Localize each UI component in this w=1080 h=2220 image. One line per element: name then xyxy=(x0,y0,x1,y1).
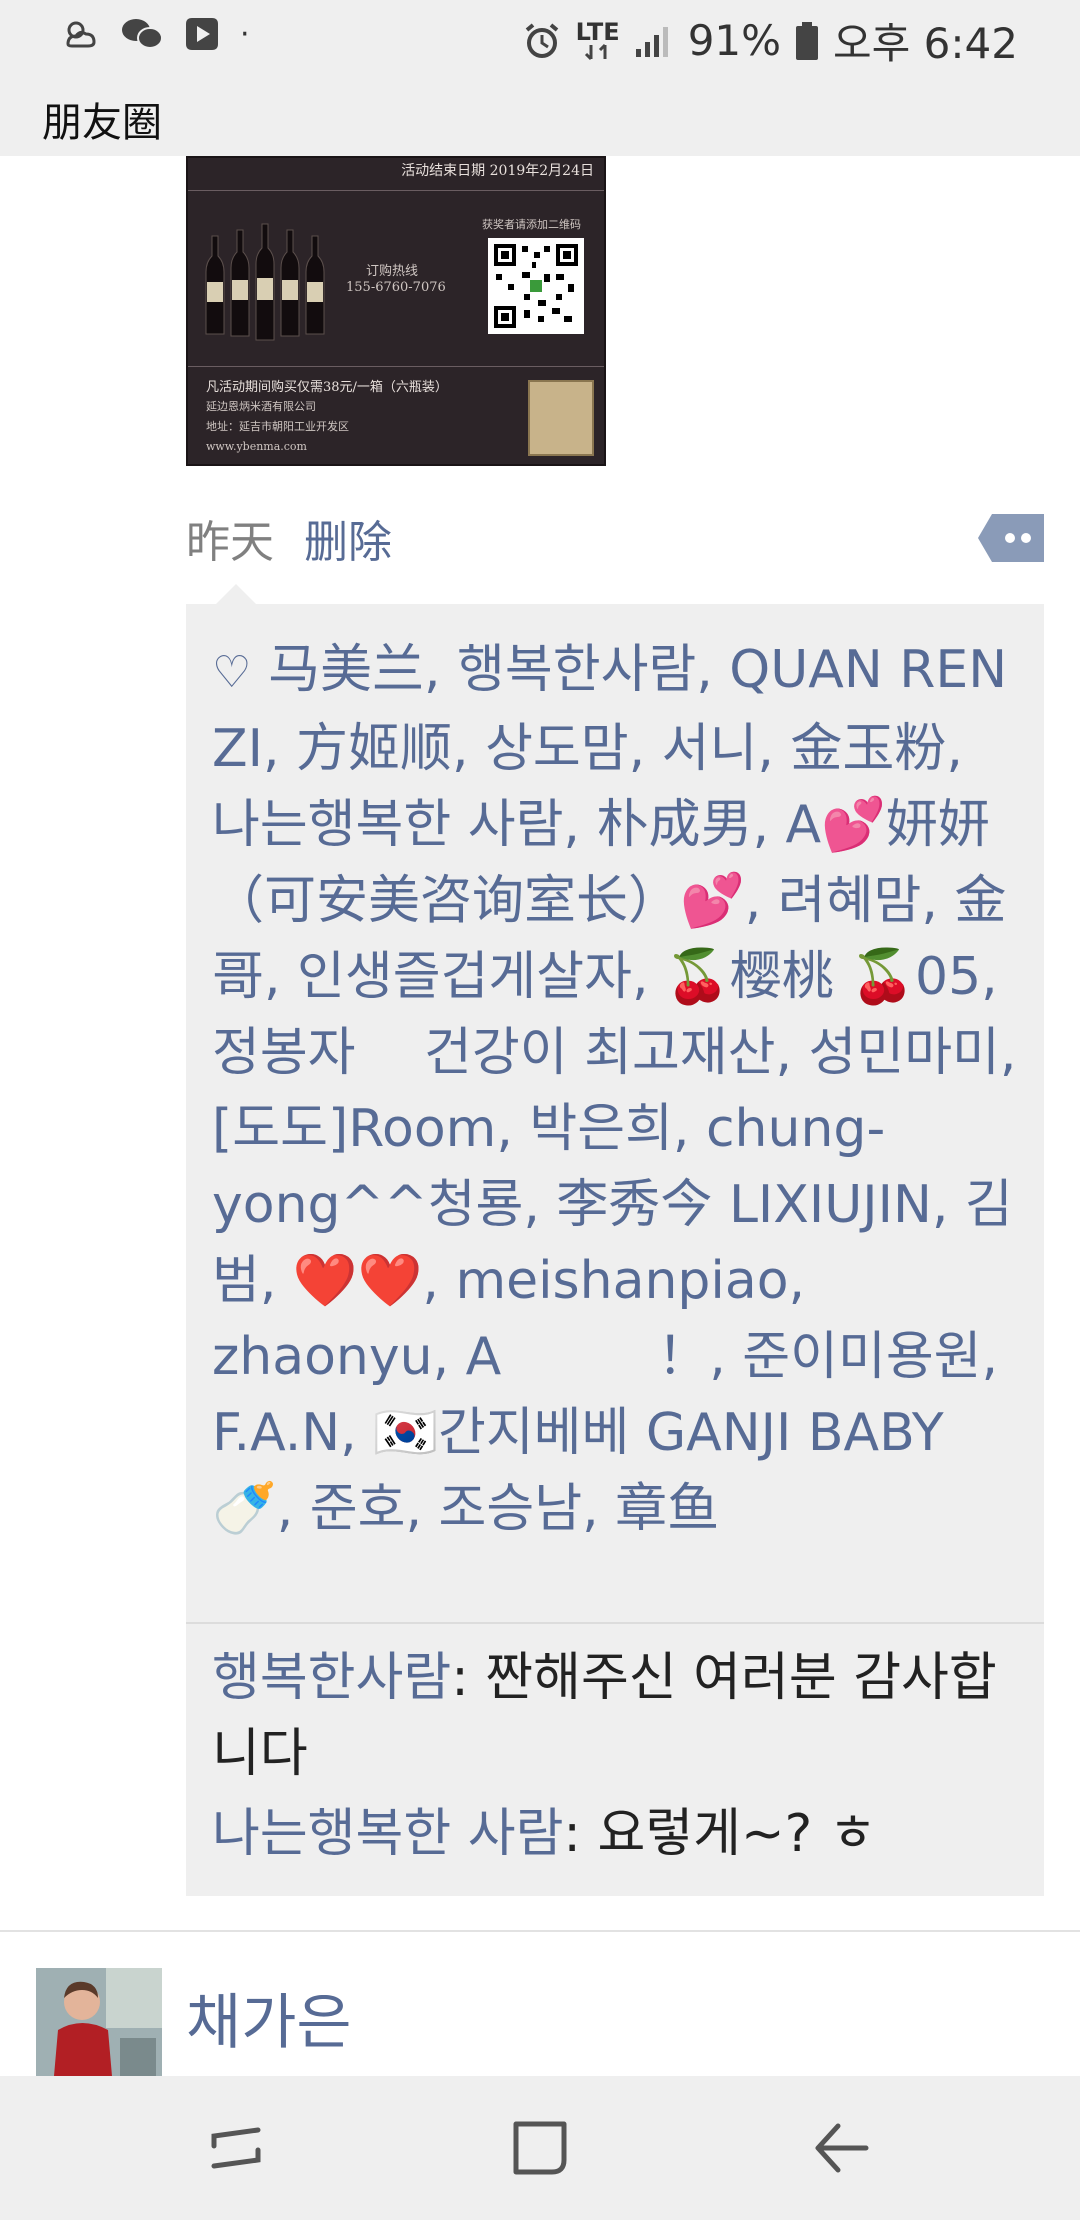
status-left-icons: · xyxy=(58,14,250,54)
alarm-icon xyxy=(525,22,558,58)
signal-icon xyxy=(635,26,668,57)
status-bar: · LTE 91% 오후 6:42 xyxy=(0,0,1080,72)
beer-bottles-image xyxy=(205,223,325,341)
avatar[interactable] xyxy=(36,1968,162,2076)
ad-qr-label: 获奖者请添加二维码 xyxy=(482,218,581,231)
more-notifications-dot: · xyxy=(240,16,250,52)
product-box-image xyxy=(528,380,594,456)
network-indicator: LTE xyxy=(575,17,620,61)
ad-date-line: 活动结束日期 2019年2月24日 xyxy=(401,163,594,179)
post-image[interactable]: 活动结束日期 2019年2月24日 订购热线 155-6760-7076 获奖者… xyxy=(186,156,606,466)
next-post-author[interactable]: 채가은 xyxy=(186,1974,352,2061)
heart-outline-icon: ♡ xyxy=(212,647,252,698)
ad-company: 延边恩炳米酒有限公司 xyxy=(206,400,316,413)
comments-list: 행복한사람: 짠해주신 여러분 감사합니다 나는행복한 사람: 요렇게~? ㅎ xyxy=(212,1640,1024,1876)
ad-divider-top xyxy=(188,190,604,191)
comment-item[interactable]: 나는행복한 사람: 요렇게~? ㅎ xyxy=(212,1796,1024,1872)
weather-icon xyxy=(66,21,96,48)
comment-separator: : xyxy=(563,1804,598,1864)
network-type: LTE xyxy=(575,17,620,46)
ad-address: 地址：延吉市朝阳工业开发区 xyxy=(206,420,349,433)
recent-apps-icon[interactable] xyxy=(204,2116,268,2180)
ad-price-line: 凡活动期间购买仅需38元/一箱（六瓶装） xyxy=(206,380,448,395)
panel-arrow xyxy=(216,584,256,604)
qr-code-icon xyxy=(488,238,584,334)
comment-item[interactable]: 행복한사람: 짠해주신 여러분 감사합니다 xyxy=(212,1640,1024,1792)
data-arrows-icon xyxy=(584,43,607,60)
app-header: 朋友圈 xyxy=(0,72,1080,156)
comment-separator: : xyxy=(451,1648,486,1708)
wechat-icon xyxy=(122,19,163,49)
comment-author[interactable]: 나는행복한 사람 xyxy=(212,1804,563,1864)
post-time: 昨天 xyxy=(186,517,274,568)
feed-divider xyxy=(0,1930,1080,1932)
interaction-panel: ♡ 马美兰, 행복한사람, QUAN REN ZI, 方姬顺, 상도맘, 서니,… xyxy=(186,584,1044,1896)
page-title: 朋友圈 xyxy=(42,100,162,146)
comment-author[interactable]: 행복한사람 xyxy=(212,1648,451,1708)
play-store-icon xyxy=(186,18,218,50)
post-meta: 昨天 删除 xyxy=(186,506,392,570)
clock: 오후 6:42 xyxy=(833,19,1018,68)
ad-hotline: 155-6760-7076 xyxy=(346,280,446,295)
status-right-icons: LTE 91% 오후 6:42 xyxy=(522,10,1018,71)
likes-list[interactable]: ♡ 马美兰, 행복한사람, QUAN REN ZI, 方姬顺, 상도맘, 서니,… xyxy=(212,632,1024,1547)
navigation-bar xyxy=(0,2076,1080,2220)
back-icon[interactable] xyxy=(810,2116,874,2180)
likes-names[interactable]: 马美兰, 행복한사람, QUAN REN ZI, 方姬顺, 상도맘, 서니, 金… xyxy=(212,640,1016,1539)
comment-text: 요렇게~? ㅎ xyxy=(597,1804,877,1864)
home-icon[interactable] xyxy=(508,2116,572,2180)
battery-percent: 91% xyxy=(687,16,782,65)
ad-divider-middle xyxy=(188,366,604,367)
panel-divider xyxy=(186,1622,1044,1624)
battery-icon xyxy=(796,21,819,60)
comment-menu-icon[interactable] xyxy=(978,514,1044,562)
delete-link[interactable]: 删除 xyxy=(304,506,392,570)
ad-url: www.ybenma.com xyxy=(206,440,307,453)
ad-hotline-label: 订购热线 xyxy=(366,264,419,279)
